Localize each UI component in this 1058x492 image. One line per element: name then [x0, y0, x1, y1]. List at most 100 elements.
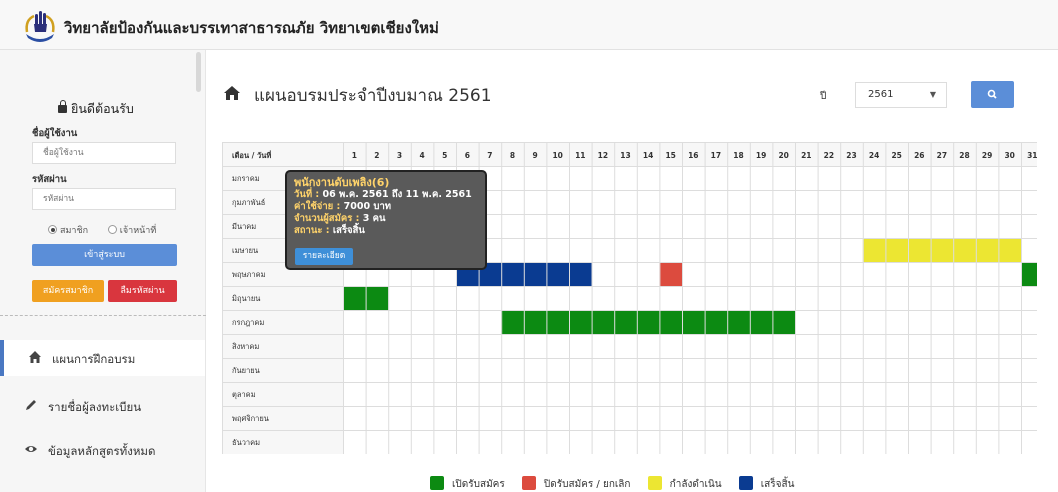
radio-member-label: สมาชิก [60, 226, 89, 236]
role-radio-group: สมาชิก เจ้าหน้าที่ [48, 223, 156, 237]
year-select[interactable]: 2561 ▼ [855, 82, 947, 108]
month-label: มีนาคม [232, 222, 256, 231]
tooltip-status-value: เสร็จสิ้น [332, 225, 365, 236]
legend-label: กำลังดำเนิน [669, 479, 722, 490]
legend-item-ongoing: กำลังดำเนิน [647, 476, 722, 492]
day-header: 15 [665, 151, 675, 160]
login-button[interactable]: เข้าสู่ระบบ [32, 244, 177, 266]
sidebar-scrollbar[interactable] [196, 52, 201, 92]
month-label: กุมภาพันธ์ [232, 198, 265, 207]
legend-label: เสร็จสิ้น [760, 479, 795, 490]
tooltip-status-key: สถานะ : [294, 225, 330, 236]
day-header: 14 [643, 151, 653, 160]
register-button[interactable]: สมัครสมาชิก [32, 280, 104, 302]
month-label: พฤศจิกายน [232, 414, 269, 423]
day-header: 11 [575, 151, 585, 160]
month-label: กันยายน [232, 366, 260, 375]
corner-label: เดือน / วันที่ [232, 149, 271, 160]
legend-swatch [738, 476, 753, 490]
site-title: วิทยาลัยป้องกันและบรรเทาสาธารณภัย วิทยาเ… [64, 19, 439, 37]
tooltip-status: สถานะ : เสร็จสิ้น [294, 225, 478, 237]
username-input[interactable] [32, 142, 176, 164]
top-header: วิทยาลัยป้องกันและบรรเทาสาธารณภัย วิทยาเ… [0, 0, 1058, 50]
day-header: 23 [846, 151, 856, 160]
sidebar-item-all-courses[interactable]: ข้อมูลหลักสูตรทั้งหมด [0, 432, 205, 468]
sidebar-item-training-plan[interactable]: แผนการฝึกอบรม [0, 340, 205, 376]
schedule-bar-closed[interactable] [659, 262, 682, 286]
day-header: 19 [756, 151, 766, 160]
day-header: 3 [397, 151, 402, 160]
tooltip-date: วันที่ : 06 พ.ค. 2561 ถึง 11 พ.ค. 2561 [294, 189, 478, 201]
tooltip-applicants-value: 3 คน [362, 213, 386, 224]
legend-item-finished: เสร็จสิ้น [738, 476, 795, 492]
tooltip-applicants: จำนวนผู้สมัคร : 3 คน [294, 213, 478, 225]
year-label: ปี [820, 91, 827, 102]
college-logo-icon [25, 11, 55, 42]
day-header: 6 [465, 151, 470, 160]
schedule-bar-open[interactable] [1021, 262, 1037, 286]
eye-icon [25, 446, 37, 452]
day-header: 20 [778, 151, 788, 160]
day-header: 5 [442, 151, 447, 160]
page-title: แผนอบรมประจำปีงบมาณ 2561 [254, 86, 492, 106]
day-header: 13 [620, 151, 630, 160]
tooltip-date-value: 06 พ.ค. 2561 ถึง 11 พ.ค. 2561 [322, 189, 472, 200]
chevron-down-icon: ▼ [929, 90, 936, 99]
sidebar-item-registrants[interactable]: รายชื่อผู้ลงทะเบียน [0, 388, 205, 424]
day-header: 18 [733, 151, 743, 160]
year-select-value: 2561 [868, 89, 894, 100]
pencil-icon [26, 400, 36, 410]
month-label: กรกฎาคม [232, 318, 264, 327]
home-icon [224, 86, 240, 100]
schedule-bar-open[interactable] [501, 310, 795, 334]
month-label: พฤษภาคม [232, 270, 266, 279]
tooltip-cost-key: ค่าใช้จ่าย : [294, 201, 341, 212]
home-icon [29, 351, 41, 363]
tooltip-cost: ค่าใช้จ่าย : 7000 บาท [294, 201, 478, 213]
month-label: ตุลาคม [232, 390, 256, 399]
tooltip-title: พนักงานดับเพลิง(6) [294, 176, 390, 189]
day-header: 25 [891, 151, 901, 160]
legend: เปิดรับสมัคร ปิดรับสมัคร / ยกเลิก กำลังด… [430, 476, 808, 492]
day-header: 28 [959, 151, 969, 160]
month-label: เมษายน [232, 246, 258, 255]
event-tooltip: พนักงานดับเพลิง(6) วันที่ : 06 พ.ค. 2561… [285, 170, 487, 270]
day-header: 31 [1027, 151, 1037, 160]
search-icon [987, 89, 997, 99]
forgot-password-button[interactable]: ลืมรหัสผ่าน [108, 280, 177, 302]
day-header: 26 [914, 151, 924, 160]
radio-staff-label: เจ้าหน้าที่ [119, 226, 157, 236]
radio-staff[interactable] [107, 225, 117, 234]
legend-swatch [430, 476, 444, 490]
day-header: 17 [711, 151, 721, 160]
tooltip-applicants-key: จำนวนผู้สมัคร : [294, 213, 360, 224]
detail-button[interactable]: รายละเอียด [295, 248, 353, 265]
sidebar: ยินดีต้อนรับ ชื่อผู้ใช้งาน รหัสผ่าน สมาช… [0, 50, 206, 492]
radio-member[interactable] [48, 225, 57, 234]
day-header: 9 [532, 151, 537, 160]
schedule-bar-ongoing[interactable] [862, 238, 1021, 262]
day-header: 7 [487, 151, 492, 160]
search-button[interactable] [971, 81, 1014, 108]
sidebar-item-label: ข้อมูลหลักสูตรทั้งหมด [48, 444, 156, 458]
day-header: 30 [1004, 151, 1014, 160]
username-label: ชื่อผู้ใช้งาน [32, 128, 78, 139]
day-header: 10 [552, 151, 562, 160]
day-header: 4 [419, 151, 424, 160]
day-header: 16 [688, 151, 698, 160]
legend-swatch [521, 476, 536, 490]
month-label: สิงหาคม [232, 342, 260, 351]
day-header: 8 [510, 151, 515, 160]
day-header: 12 [598, 151, 608, 160]
month-label: มกราคม [232, 174, 260, 183]
sidebar-divider [0, 315, 206, 316]
password-label: รหัสผ่าน [32, 174, 67, 185]
legend-swatch [647, 476, 662, 490]
welcome-heading: ยินดีต้อนรับ [58, 99, 134, 119]
sidebar-item-label: รายชื่อผู้ลงทะเบียน [48, 400, 142, 414]
day-header: 29 [982, 151, 992, 160]
password-input[interactable] [32, 188, 176, 210]
day-header: 2 [374, 151, 379, 160]
month-label: มิถุนายน [232, 294, 260, 303]
legend-label: ปิดรับสมัคร / ยกเลิก [543, 479, 631, 490]
